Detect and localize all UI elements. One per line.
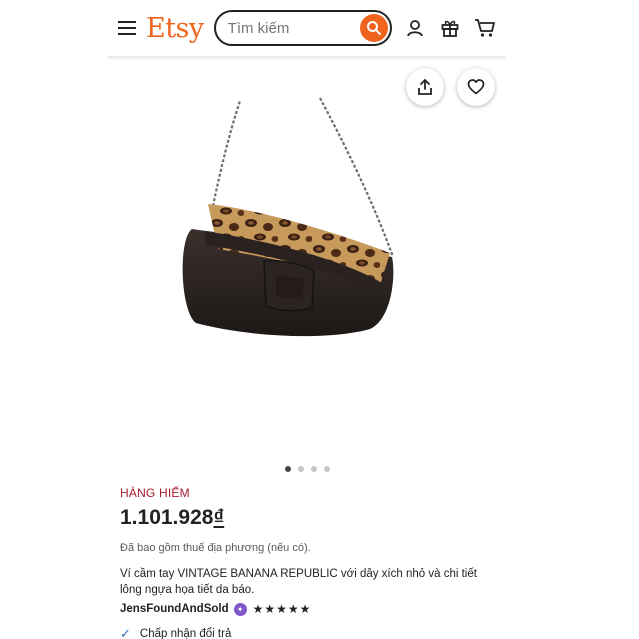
search-bar[interactable] bbox=[213, 10, 392, 46]
product-image-gallery[interactable] bbox=[108, 61, 506, 456]
share-button[interactable] bbox=[406, 68, 444, 106]
pagination-dot-active[interactable] bbox=[284, 466, 291, 472]
tax-note: Đã bao gồm thuế địa phương (nếu có). bbox=[120, 542, 311, 554]
etsy-logo[interactable]: Etsy bbox=[146, 13, 204, 44]
search-button[interactable] bbox=[359, 14, 388, 42]
product-info: HÀNG HIẾM 1.101.928₫ Đã bao gồm thuế địa… bbox=[120, 486, 495, 639]
cart-icon[interactable] bbox=[474, 17, 496, 39]
pagination-dot[interactable] bbox=[297, 466, 304, 472]
mobile-page: Etsy Tìm kiếm HÀNG HIẾM 1.101.928₫ Đã ba… bbox=[108, 0, 506, 639]
favorite-button[interactable] bbox=[457, 68, 495, 106]
seller-row: JensFoundAndSold ✦ ★★★★★ bbox=[120, 601, 495, 617]
search-input[interactable] bbox=[227, 19, 358, 37]
rating-stars[interactable]: ★★★★★ bbox=[253, 602, 312, 616]
top-header: Etsy bbox=[108, 0, 506, 56]
returns-label: Chấp nhận đổi trả bbox=[139, 628, 232, 639]
share-icon bbox=[418, 79, 432, 95]
pagination-dot[interactable] bbox=[310, 466, 317, 472]
check-icon: ✓ bbox=[120, 626, 131, 639]
seller-name[interactable]: JensFoundAndSold bbox=[120, 603, 229, 615]
product-title: Ví cầm tay VINTAGE BANANA REPUBLIC với d… bbox=[120, 568, 477, 596]
account-icon[interactable] bbox=[404, 17, 426, 39]
gallery-pagination bbox=[108, 466, 506, 472]
price-currency: ₫ bbox=[213, 506, 225, 529]
gift-icon[interactable] bbox=[439, 17, 461, 39]
price-number: 1.101.928 bbox=[120, 506, 214, 529]
price: 1.101.928₫ bbox=[120, 506, 495, 530]
menu-icon[interactable] bbox=[118, 17, 140, 39]
search-icon bbox=[366, 21, 381, 35]
pagination-dot[interactable] bbox=[323, 466, 330, 472]
heart-icon bbox=[467, 79, 485, 95]
returns-row: ✓ Chấp nhận đổi trả bbox=[120, 626, 495, 639]
product-image bbox=[182, 97, 395, 337]
star-seller-icon: ✦ bbox=[233, 602, 247, 616]
rare-badge: HÀNG HIẾM bbox=[120, 486, 190, 500]
